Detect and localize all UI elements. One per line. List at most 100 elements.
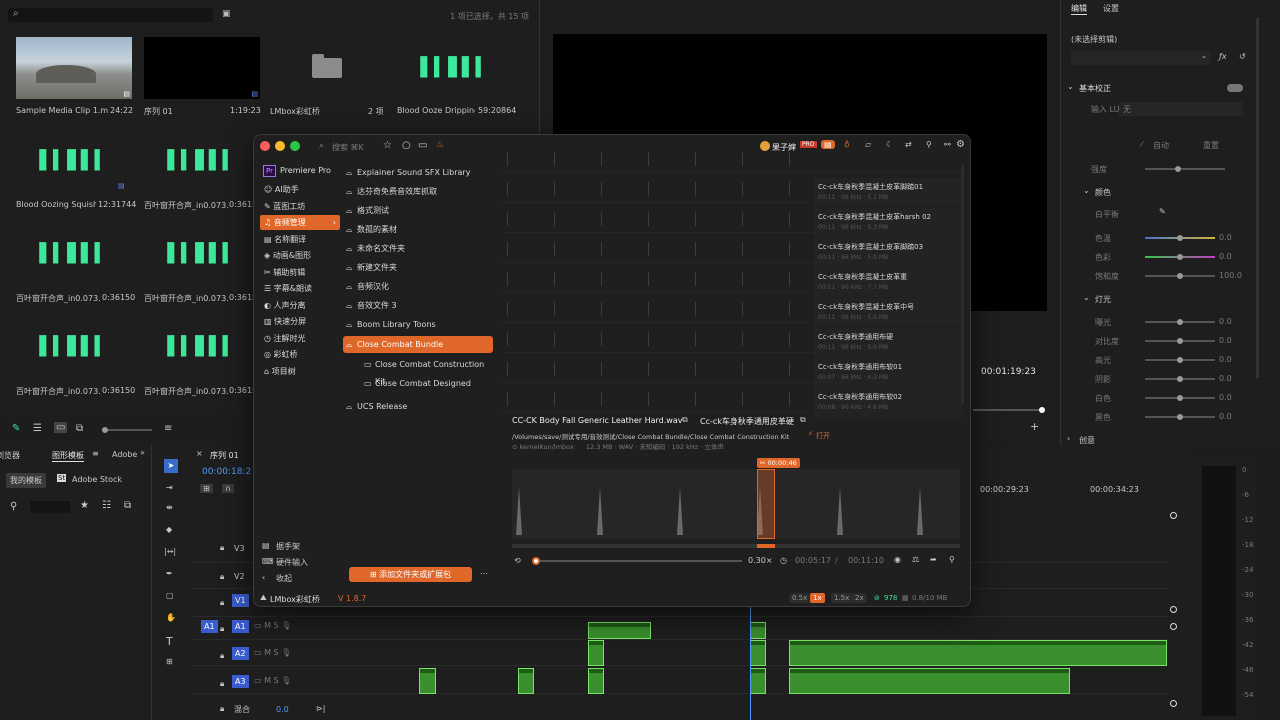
file-item[interactable]: Cc-ck车身秋季混凝土皮革重 00:11 · 96 kHz · 7.7 MB	[814, 268, 962, 297]
lock-icon[interactable]: 🔒︎	[220, 572, 224, 582]
program-scrub[interactable]	[973, 407, 1045, 413]
clip-select[interactable]: ⌄	[1071, 51, 1211, 65]
library-item[interactable]: ▭ Close Combat Construction Kit	[361, 356, 493, 386]
new-bin-icon[interactable]: ▣	[222, 9, 231, 19]
category-item[interactable]: ◈ 动画&图形	[260, 248, 340, 263]
tab-graphics-templates[interactable]: 图形模板	[52, 450, 84, 462]
temperature-slider[interactable]	[1145, 235, 1215, 241]
minimize-window-button[interactable]	[275, 141, 285, 151]
eyedropper-icon[interactable]: ✎	[1159, 207, 1166, 216]
mix-value[interactable]: 0.0	[276, 705, 289, 714]
playhead[interactable]	[750, 600, 751, 720]
audio-clip[interactable]	[588, 640, 604, 666]
category-item[interactable]: ◐ 人声分离	[260, 298, 340, 313]
chevron-down-icon[interactable]: ⌄	[1083, 186, 1090, 195]
light-slider[interactable]	[1145, 338, 1215, 344]
pin-icon[interactable]: ⚲	[949, 555, 955, 564]
file-item[interactable]: Cc-ck车身秋季混凝土皮革中号 00:11 · 96 kHz · 5.0 MB	[814, 298, 962, 327]
fx-icon[interactable]: ƒx	[1219, 52, 1227, 61]
timeline-scroll-knob[interactable]	[1170, 700, 1177, 707]
audio-waveform-icon[interactable]: ▌▍▋▌▍	[397, 37, 513, 99]
lock-icon[interactable]: 🔒︎	[220, 543, 224, 553]
track-controls[interactable]: ▭ M S 🎙︎	[254, 621, 291, 630]
chevron-down-icon[interactable]: ⌄	[1083, 293, 1090, 302]
open-label[interactable]: 打开	[816, 431, 830, 441]
mix-lock-icon[interactable]: 🔒︎	[220, 704, 224, 714]
ripple-tool-icon[interactable]: ⇼	[166, 503, 173, 512]
category-item[interactable]: ◎ 彩虹桥	[260, 347, 340, 362]
timeline-scroll-knob[interactable]	[1170, 512, 1177, 519]
split-icon[interactable]: ⚖	[912, 555, 919, 564]
category-item[interactable]: ☰ 字幕&朗读	[260, 281, 340, 296]
track-target-a2[interactable]: A2	[232, 647, 249, 660]
light-slider[interactable]	[1145, 376, 1215, 382]
category-item[interactable]: ♫ 音频管理 ›	[260, 215, 340, 230]
reset-button[interactable]: 重置	[1203, 140, 1219, 151]
brand-logo-icon[interactable]: ♨	[436, 140, 444, 150]
audio-waveform-icon[interactable]: ▌▍▋▌▍	[144, 130, 260, 192]
library-item[interactable]: ⌓ 格式测试	[343, 202, 493, 219]
rectangle-tool-icon[interactable]: ▢	[166, 591, 174, 600]
loop-icon[interactable]: ⟲	[514, 556, 521, 565]
track-target-a3[interactable]: A3	[232, 675, 249, 688]
audio-waveform-icon[interactable]: ▌▍▋▌▍	[16, 316, 132, 378]
file-item[interactable]: Cc-ck车身秋季通用布软01 00:07 · 96 kHz · 4.3 MB	[814, 358, 962, 387]
lock-icon[interactable]: 🔒︎	[220, 624, 224, 634]
library-item[interactable]: ⌓ 达芬奇免费音效库抓取	[343, 183, 493, 200]
library-item[interactable]: ⌓ UCS Release	[343, 398, 493, 415]
tab-adobe[interactable]: Adobe	[112, 450, 137, 459]
add-folder-button[interactable]: ⊞ 添加文件夹或扩展包	[349, 567, 472, 582]
speed-option[interactable]: 0.5x	[789, 593, 811, 603]
close-window-button[interactable]	[260, 141, 270, 151]
library-item[interactable]: ⌓ 数孤的素材	[343, 221, 493, 238]
tab-settings[interactable]: 设置	[1103, 3, 1119, 14]
razor-tool-icon[interactable]: ◆	[166, 525, 172, 534]
light-slider[interactable]	[1145, 395, 1215, 401]
list-scrollbar[interactable]	[961, 165, 964, 405]
tint-slider[interactable]	[1145, 254, 1215, 260]
speed-value[interactable]: 0.30×	[748, 556, 773, 565]
overview-selection[interactable]	[757, 544, 775, 548]
send-icon[interactable]: ➦	[930, 555, 937, 564]
track-target-a1[interactable]: A1	[232, 620, 249, 633]
open-folder-icon[interactable]: ⚡	[808, 430, 813, 438]
panel-scrollbar[interactable]	[1256, 18, 1259, 378]
timeline-scroll-knob[interactable]	[1170, 606, 1177, 613]
audio-waveform-icon[interactable]: ▌▍▋▌▍	[144, 316, 260, 378]
bottom-item[interactable]: 硬件输入	[276, 557, 308, 568]
hand-tool-icon[interactable]: ✋	[166, 613, 176, 622]
settings-icon[interactable]: ⧉	[124, 500, 131, 511]
intensity-slider[interactable]	[1145, 166, 1225, 172]
library-item[interactable]: ⌓ 音效文件 3	[343, 297, 493, 314]
category-item[interactable]: ✎ 蓝图工坊	[260, 199, 340, 214]
audio-waveform-icon[interactable]: ▌▍▋▌▍	[16, 223, 132, 285]
audio-clip[interactable]	[789, 668, 1070, 694]
lock-icon[interactable]: 🔒︎	[220, 598, 224, 608]
waveform-row[interactable]	[503, 144, 965, 173]
audio-clip[interactable]	[789, 640, 1167, 666]
chevron-down-icon[interactable]: ⌄	[1067, 82, 1074, 91]
category-item[interactable]: ▥ 快速分屏	[260, 314, 340, 329]
saturation-slider[interactable]	[1145, 273, 1215, 279]
list-view-icon[interactable]: ☰	[33, 423, 42, 434]
light-slider[interactable]	[1145, 414, 1215, 420]
sort-icon[interactable]: ≡	[164, 423, 172, 434]
zoom-slider[interactable]	[102, 427, 152, 433]
tab-menu-icon[interactable]: ≡	[92, 449, 99, 458]
bottom-item[interactable]: 据手架	[276, 541, 300, 552]
speed-option[interactable]: 2x	[852, 593, 867, 603]
category-item[interactable]: ✂ 辅助剪辑	[260, 265, 340, 280]
light-slider[interactable]	[1145, 357, 1215, 363]
track-target-v1[interactable]: V1	[232, 594, 249, 607]
library-item[interactable]: ⌓ 新建文件夹	[343, 259, 493, 276]
file-item[interactable]: Cc-ck车身秋季通用布软02 00:08 · 96 kHz · 4.6 MB	[814, 388, 962, 417]
close-tab-icon[interactable]: ×	[196, 449, 203, 458]
library-item[interactable]: ⌓ 音频汉化	[343, 278, 493, 295]
category-item[interactable]: ⌂ 项目树	[260, 364, 340, 379]
mix-end-icon[interactable]: ⊳|	[316, 704, 325, 713]
copy-icon[interactable]: ⧉	[682, 415, 688, 425]
plugin-search[interactable]: 搜索 ⌘K	[332, 142, 376, 153]
template-search[interactable]	[30, 501, 70, 513]
type-tool-icon[interactable]: T	[166, 635, 173, 648]
pen-tool-icon[interactable]: ✒	[166, 569, 173, 578]
